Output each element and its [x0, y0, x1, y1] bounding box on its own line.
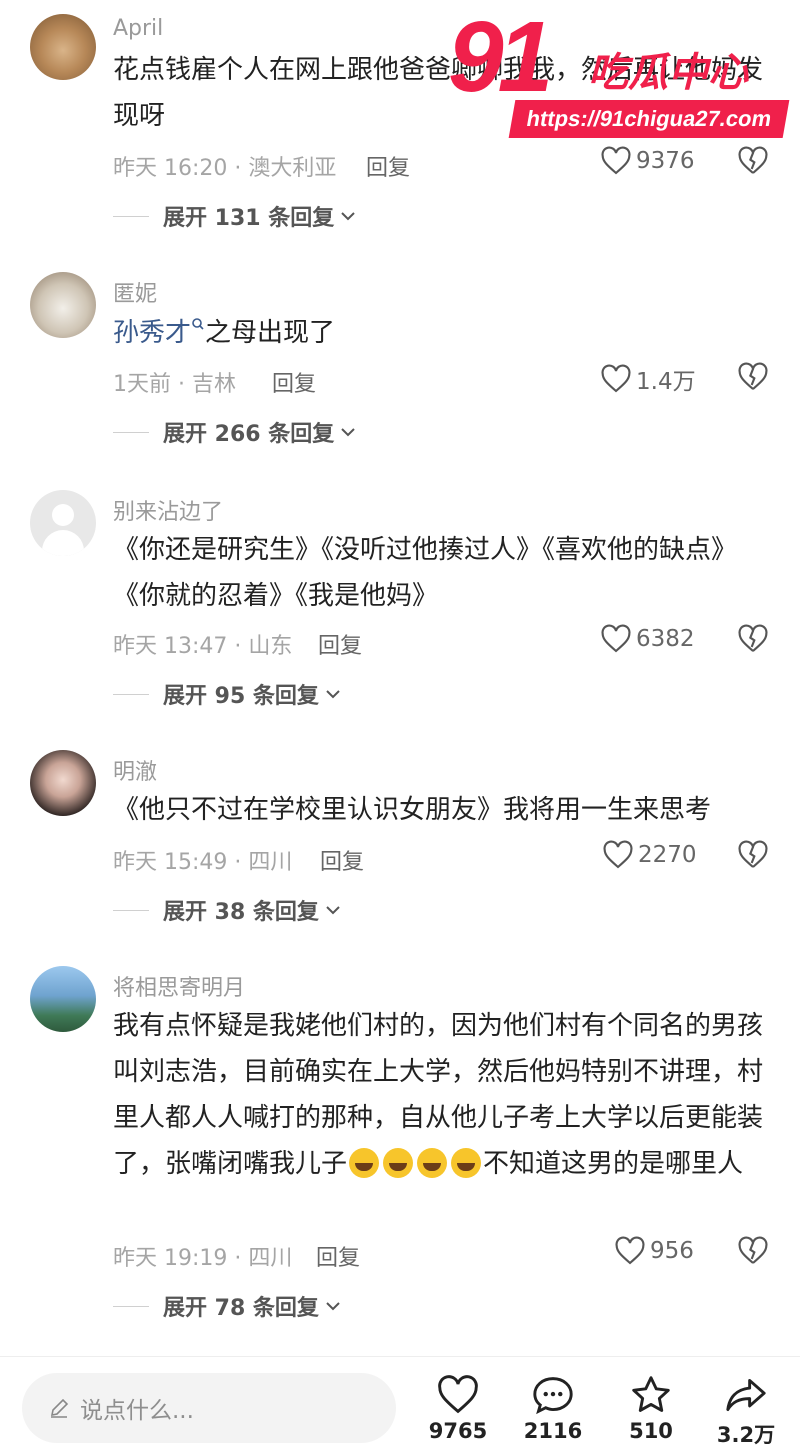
expand-replies-button[interactable]: 展开 95 条回复: [113, 678, 341, 710]
divider-line: [113, 215, 149, 217]
reply-button[interactable]: 回复: [272, 366, 316, 398]
reply-button[interactable]: 回复: [318, 628, 362, 660]
comment-time-location: 昨天 16:20 · 澳大利亚: [113, 156, 337, 181]
avatar-body-shape: [42, 530, 84, 556]
comment-username[interactable]: April: [113, 16, 163, 41]
watermark-number: 91: [448, 1, 553, 113]
comment-username[interactable]: 将相思寄明月: [113, 970, 245, 1002]
chevron-down-icon: [326, 906, 340, 915]
search-icon: [192, 318, 204, 330]
like-total-count: 9765: [428, 1419, 488, 1443]
laughing-crying-emoji-icon: [451, 1148, 482, 1178]
expand-replies-label: 展开 95 条回复: [163, 684, 319, 709]
pencil-icon: [50, 1398, 69, 1418]
comment-text: 我有点怀疑是我姥他们村的，因为他们村有个同名的男孩叫刘志浩，目前确实在上大学，然…: [113, 1003, 773, 1187]
watermark-url: https://91chigua27.com: [508, 100, 790, 138]
comment-action-button[interactable]: 2116: [513, 1375, 593, 1443]
like-count: 9376: [636, 148, 695, 174]
watermark-title: 吃瓜中心: [588, 50, 748, 96]
chevron-down-icon: [326, 690, 340, 699]
expand-replies-button[interactable]: 展开 266 条回复: [113, 416, 356, 448]
dislike-button[interactable]: [737, 840, 769, 874]
favorite-total-count: 510: [629, 1419, 673, 1443]
divider-line: [113, 431, 149, 433]
broken-heart-icon: [738, 146, 768, 174]
comment-input[interactable]: 说点什么...: [22, 1373, 396, 1443]
reply-button[interactable]: 回复: [316, 1240, 360, 1272]
like-count: 956: [650, 1238, 694, 1264]
chevron-down-icon: [341, 428, 355, 437]
heart-icon: [603, 840, 633, 869]
like-button[interactable]: 956: [614, 1236, 694, 1266]
mention-link[interactable]: 孙秀才: [113, 318, 191, 348]
dislike-button[interactable]: [737, 1236, 769, 1270]
comment-username[interactable]: 别来沾边了: [113, 494, 223, 526]
comment-username[interactable]: 明澈: [113, 754, 157, 786]
heart-icon: [438, 1375, 478, 1414]
laughing-crying-emoji-icon: [349, 1148, 380, 1178]
like-button[interactable]: 6382: [600, 624, 695, 654]
heart-icon: [601, 624, 631, 653]
comment-text-body: 之母出现了: [205, 318, 336, 348]
broken-heart-icon: [738, 840, 768, 868]
comment-text: 《他只不过在学校里认识女朋友》我将用一生来思考: [113, 795, 712, 825]
reply-button[interactable]: 回复: [320, 844, 364, 876]
like-button[interactable]: 9376: [600, 146, 695, 176]
comment-text: 《你还是研究生》《没听过他揍过人》《喜欢他的缺点》《你就的忍着》《我是他妈》: [113, 535, 738, 611]
expand-replies-button[interactable]: 展开 78 条回复: [113, 1290, 341, 1322]
broken-heart-icon: [738, 362, 768, 390]
comment-bubble-icon: [533, 1377, 573, 1415]
expand-replies-label: 展开 131 条回复: [163, 206, 335, 231]
avatar[interactable]: [30, 490, 96, 556]
like-button[interactable]: 2270: [602, 840, 697, 870]
heart-icon: [615, 1236, 645, 1265]
avatar-head-shape: [52, 504, 74, 526]
reply-button[interactable]: 回复: [366, 150, 410, 182]
chevron-down-icon: [326, 1302, 340, 1311]
comment-time-location: 昨天 15:49 · 四川: [113, 850, 293, 875]
bottom-action-bar: 说点什么... 9765 2116 510 3.2万: [0, 1356, 800, 1447]
comment-input-placeholder: 说点什么...: [80, 1398, 194, 1424]
expand-replies-button[interactable]: 展开 38 条回复: [113, 894, 341, 926]
divider-line: [113, 1305, 149, 1307]
dislike-button[interactable]: [737, 624, 769, 658]
expand-replies-label: 展开 266 条回复: [163, 422, 335, 447]
share-arrow-icon: [726, 1379, 766, 1411]
heart-icon: [601, 146, 631, 175]
divider-line: [113, 693, 149, 695]
comment-time-location: 1天前 · 吉林: [113, 372, 236, 397]
comment-text-tail: 不知道这男的是哪里人: [483, 1149, 744, 1179]
like-count: 2270: [638, 842, 697, 868]
star-icon: [632, 1376, 670, 1412]
broken-heart-icon: [738, 624, 768, 652]
favorite-action-button[interactable]: 510: [611, 1375, 691, 1443]
comment-total-count: 2116: [523, 1419, 583, 1443]
comment-time-location: 昨天 13:47 · 山东: [113, 634, 293, 659]
laughing-crying-emoji-icon: [417, 1148, 448, 1178]
avatar[interactable]: [30, 272, 96, 338]
broken-heart-icon: [738, 1236, 768, 1264]
avatar[interactable]: [30, 14, 96, 80]
like-button[interactable]: 1.4万: [600, 362, 696, 396]
like-count: 6382: [636, 626, 695, 652]
comment-time-location: 昨天 19:19 · 四川: [113, 1246, 293, 1271]
chevron-down-icon: [341, 212, 355, 221]
avatar[interactable]: [30, 750, 96, 816]
watermark: 91 吃瓜中心 https://91chigua27.com: [448, 1, 790, 140]
expand-replies-label: 展开 78 条回复: [163, 1296, 319, 1321]
share-total-count: 3.2万: [716, 1423, 776, 1447]
expand-replies-label: 展开 38 条回复: [163, 900, 319, 925]
heart-icon: [601, 364, 631, 393]
divider-line: [113, 909, 149, 911]
like-count: 1.4万: [636, 369, 696, 395]
share-action-button[interactable]: 3.2万: [706, 1375, 786, 1449]
expand-replies-button[interactable]: 展开 131 条回复: [113, 200, 356, 232]
comment-text: 孙秀才 之母出现了: [113, 310, 773, 356]
avatar[interactable]: [30, 966, 96, 1032]
dislike-button[interactable]: [737, 362, 769, 396]
dislike-button[interactable]: [737, 146, 769, 180]
like-action-button[interactable]: 9765: [418, 1375, 498, 1443]
comment-username[interactable]: 匿妮: [113, 276, 157, 308]
laughing-crying-emoji-icon: [383, 1148, 414, 1178]
